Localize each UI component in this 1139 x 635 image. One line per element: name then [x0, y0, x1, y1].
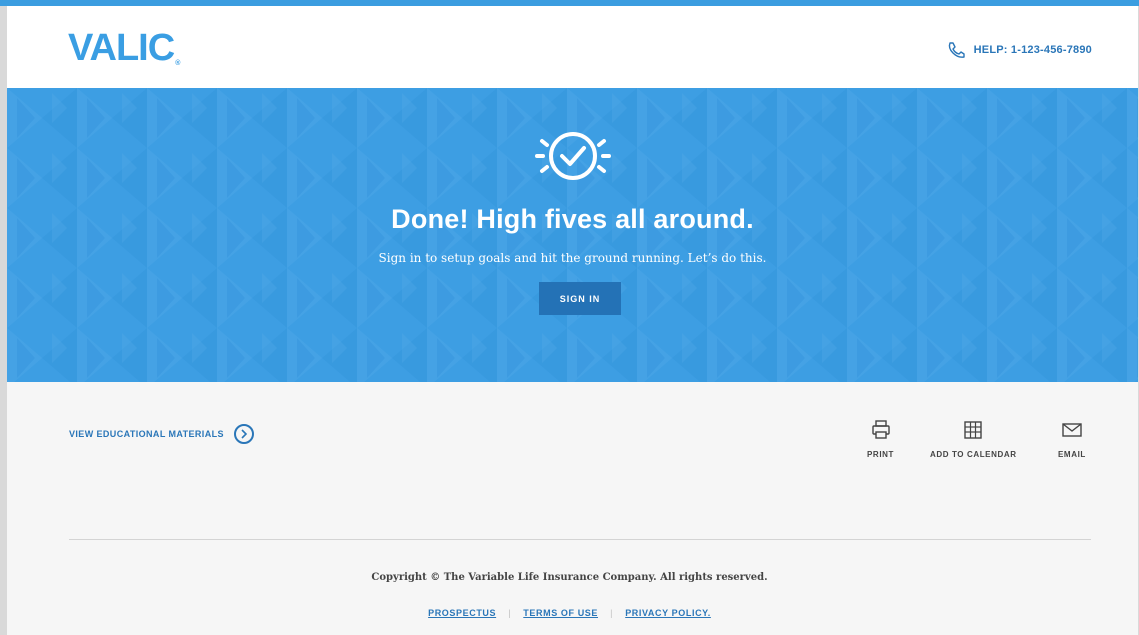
help-text: HELP: 1-123-456-7890: [973, 44, 1092, 56]
add-to-calendar-action[interactable]: ADD TO CALENDAR: [930, 420, 1017, 459]
link-separator: |: [610, 608, 614, 618]
check-circle-icon: [535, 132, 611, 180]
valic-logo[interactable]: VALIC®: [68, 29, 180, 67]
hero-banner: Done! High fives all around. Sign in to …: [7, 88, 1138, 382]
privacy-policy-link[interactable]: PRIVACY POLICY.: [625, 608, 711, 618]
footer-links: PROSPECTUS | TERMS OF USE | PRIVACY POLI…: [0, 608, 1139, 618]
phone-icon: [948, 42, 965, 58]
help-phone-link[interactable]: HELP: 1-123-456-7890: [946, 41, 1092, 59]
terms-of-use-link[interactable]: TERMS OF USE: [523, 608, 598, 618]
logo-registered-mark: ®: [175, 60, 181, 67]
footer-divider: [69, 539, 1091, 540]
email-action[interactable]: EMAIL: [1058, 420, 1086, 459]
hero-subtitle: Sign in to setup goals and hit the groun…: [378, 251, 767, 265]
add-to-calendar-label: ADD TO CALENDAR: [930, 450, 1017, 459]
logo-text: VALIC: [68, 27, 175, 69]
printer-icon: [871, 420, 890, 439]
hero-title: Done! High fives all around.: [391, 204, 754, 234]
envelope-icon: [1062, 423, 1082, 437]
prospectus-link[interactable]: PROSPECTUS: [428, 608, 496, 618]
chevron-right-circle-icon: [233, 424, 254, 444]
email-label: EMAIL: [1058, 450, 1086, 459]
sign-in-button[interactable]: SIGN IN: [539, 282, 621, 315]
view-educational-materials-link[interactable]: VIEW EDUCATIONAL MATERIALS: [69, 424, 254, 444]
print-action[interactable]: PRINT: [867, 420, 894, 459]
link-separator: |: [508, 608, 512, 618]
copyright-text: Copyright © The Variable Life Insurance …: [371, 572, 768, 583]
print-label: PRINT: [867, 450, 894, 459]
calendar-icon: [964, 421, 983, 439]
edu-label: VIEW EDUCATIONAL MATERIALS: [69, 429, 224, 439]
site-header: VALIC® HELP: 1-123-456-7890: [7, 6, 1138, 88]
